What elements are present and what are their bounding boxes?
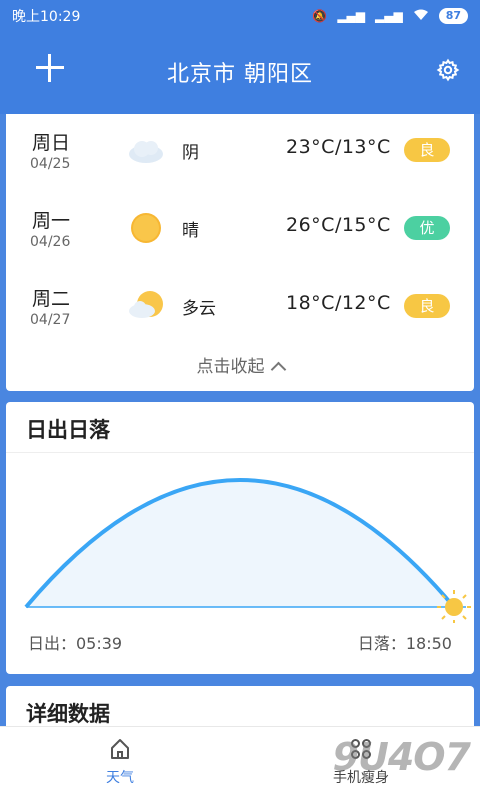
forecast-card: 周日 04/25 阴 23°C/13°C 良 周一 04/26 晴 26°C/1… bbox=[6, 114, 474, 391]
sun-arc-chart bbox=[24, 478, 471, 623]
status-icons: 🔕 ▂▄▆ ▂▄▆ 87 bbox=[312, 8, 468, 24]
section-title: 日出日落 bbox=[26, 418, 110, 442]
cloudy-icon bbox=[129, 141, 163, 163]
sunrise-time: 日出：05:39 bbox=[28, 634, 123, 653]
temp-range: 23°C/13°C bbox=[286, 136, 391, 158]
aqi-badge: 良 bbox=[404, 138, 450, 162]
wifi-icon bbox=[413, 9, 429, 24]
forecast-row[interactable]: 周二 04/27 多云 18°C/12°C 良 bbox=[6, 274, 474, 344]
day-name: 周二 bbox=[32, 288, 71, 310]
status-time: 晚上10:29 bbox=[12, 9, 81, 25]
mute-icon: 🔕 bbox=[312, 9, 328, 23]
collapse-button[interactable]: 点击收起 bbox=[6, 352, 474, 378]
app-header: 北京市 朝阳区 bbox=[0, 32, 480, 114]
nav-label-weather: 天气 bbox=[106, 770, 134, 786]
day-name: 周一 bbox=[32, 210, 71, 232]
signal-icon: ▂▄▆ bbox=[337, 9, 365, 23]
day-name: 周日 bbox=[32, 132, 71, 154]
settings-button[interactable] bbox=[436, 58, 460, 82]
day-date: 04/26 bbox=[30, 234, 71, 250]
battery-icon: 87 bbox=[438, 8, 468, 24]
collapse-label: 点击收起 bbox=[196, 357, 265, 377]
temp-range: 26°C/15°C bbox=[286, 214, 391, 236]
forecast-row[interactable]: 周一 04/26 晴 26°C/15°C 优 bbox=[6, 196, 474, 266]
partly-cloudy-icon bbox=[129, 291, 163, 318]
sunrise-sunset-card: 日出日落 日出：05:39 日落：18:50 bbox=[6, 402, 474, 674]
home-icon bbox=[111, 739, 129, 759]
day-date: 04/25 bbox=[30, 156, 71, 172]
aqi-badge: 优 bbox=[404, 216, 450, 240]
gear-icon bbox=[436, 58, 460, 82]
sunny-icon bbox=[131, 213, 161, 243]
watermark-logo: 9U4O7 bbox=[332, 735, 471, 779]
signal-icon-2: ▂▄▆ bbox=[375, 9, 403, 23]
status-bar: 晚上10:29 🔕 ▂▄▆ ▂▄▆ 87 bbox=[0, 0, 480, 32]
nav-tab-weather[interactable]: 天气 bbox=[90, 737, 150, 793]
day-date: 04/27 bbox=[30, 312, 71, 328]
sunset-time: 日落：18:50 bbox=[357, 634, 452, 653]
aqi-badge: 良 bbox=[404, 294, 450, 318]
weather-text: 晴 bbox=[182, 221, 199, 241]
chevron-up-icon bbox=[270, 361, 286, 378]
section-title: 详细数据 bbox=[26, 702, 110, 726]
weather-text: 多云 bbox=[182, 299, 216, 319]
bottom-nav: 天气 手机瘦身 9U4O7 bbox=[0, 726, 480, 800]
city-title[interactable]: 北京市 朝阳区 bbox=[0, 56, 480, 88]
temp-range: 18°C/12°C bbox=[286, 292, 391, 314]
forecast-row[interactable]: 周日 04/25 阴 23°C/13°C 良 bbox=[6, 118, 474, 188]
weather-text: 阴 bbox=[182, 143, 199, 163]
